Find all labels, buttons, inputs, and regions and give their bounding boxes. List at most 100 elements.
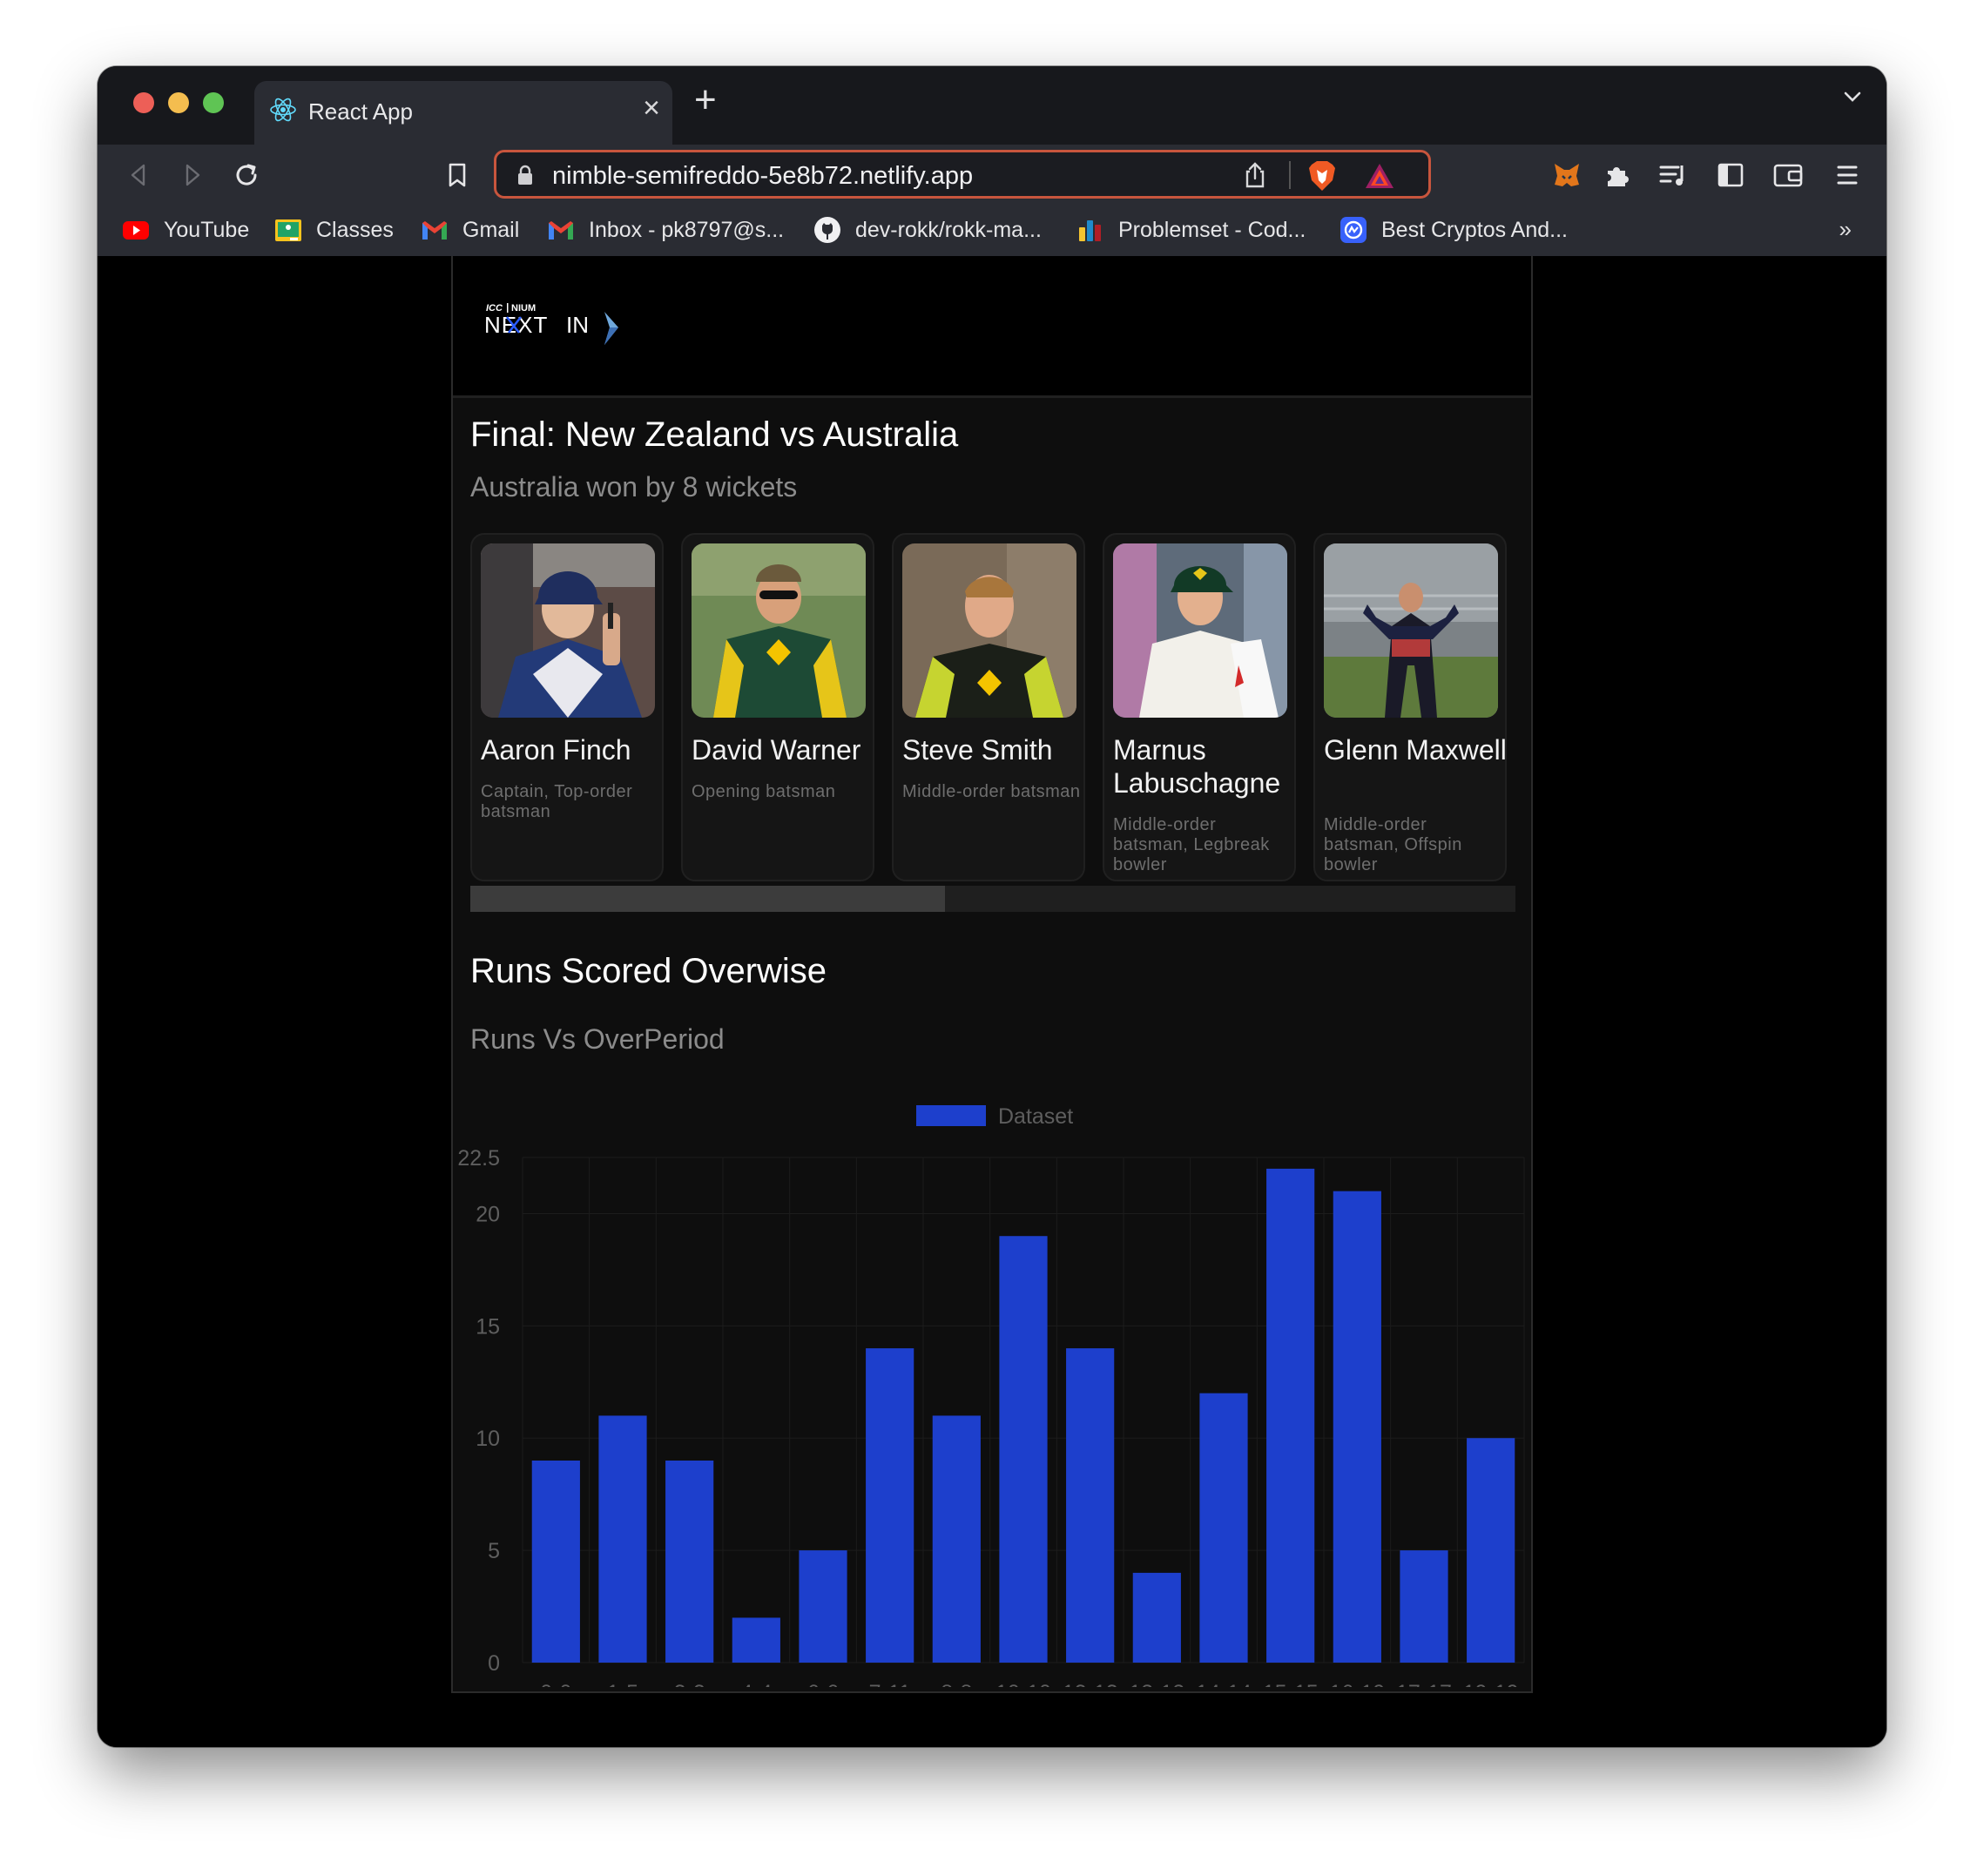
chevron-down-icon[interactable]	[1841, 85, 1864, 108]
x-tick-label: 10-10	[995, 1681, 1051, 1687]
player-card[interactable]: Aaron Finch Captain, Top-order batsman	[470, 533, 664, 881]
tab-title: React App	[308, 98, 413, 125]
bookmark-label: Problemset - Cod...	[1118, 218, 1306, 242]
player-role: Captain, Top-order batsman	[481, 782, 633, 821]
url-text[interactable]: nimble-semifreddo-5e8b72.netlify.app	[552, 162, 973, 191]
more-bookmarks-button[interactable]: »	[1839, 216, 1852, 243]
close-tab-icon[interactable]: ×	[643, 91, 660, 125]
x-tick-label: 17-17	[1396, 1681, 1452, 1687]
player-card[interactable]: David Warner Opening batsman	[681, 533, 874, 881]
x-tick-label: 7-11	[869, 1681, 911, 1687]
forward-icon[interactable]	[176, 159, 209, 192]
player-name: Steve Smith	[902, 734, 1053, 766]
new-tab-button[interactable]: +	[694, 78, 717, 122]
gmail-icon	[549, 221, 573, 240]
bookmark-label: dev-rokk/rokk-ma...	[855, 218, 1042, 242]
toolbar: nimble-semifreddo-5e8b72.netlify.app	[98, 145, 1886, 206]
player-card[interactable]: Marnus Labuschagne Middle-order batsman,…	[1103, 533, 1296, 881]
extensions-icon[interactable]	[1601, 159, 1634, 192]
maximize-window-button[interactable]	[203, 92, 224, 113]
gmail-icon	[422, 221, 447, 240]
tab-bar: React App × +	[98, 66, 1886, 145]
x-tick-label: 13-13	[1129, 1681, 1184, 1687]
player-name: David Warner	[692, 734, 861, 766]
address-bar[interactable]: nimble-semifreddo-5e8b72.netlify.app	[494, 150, 1431, 199]
carousel-scrollbar[interactable]	[470, 886, 1515, 912]
legend-swatch	[916, 1105, 986, 1126]
bar-10-10	[999, 1236, 1048, 1663]
playlist-icon[interactable]	[1657, 159, 1690, 192]
player-name: Aaron Finch	[481, 734, 631, 766]
youtube-icon	[123, 221, 149, 240]
share-icon[interactable]	[1242, 161, 1268, 189]
y-tick-label: 10	[476, 1427, 500, 1451]
bar-4-4	[732, 1617, 780, 1663]
lock-icon	[518, 165, 532, 185]
bar-13-13	[1132, 1572, 1181, 1663]
bar-16-19	[1333, 1191, 1381, 1663]
runs-section-title: Runs Scored Overwise	[470, 952, 827, 990]
x-tick-label: 4-4	[740, 1681, 772, 1687]
logo[interactable]: ICC NIUM NEXT IN	[483, 296, 631, 348]
player-name: Glenn Maxwell	[1324, 734, 1507, 766]
bookmark-icon[interactable]	[441, 159, 474, 192]
players-carousel[interactable]: Aaron Finch Captain, Top-order batsman D…	[470, 533, 1515, 881]
reload-icon[interactable]	[230, 159, 263, 192]
match-title: Final: New Zealand vs Australia	[470, 415, 959, 454]
bar-0-0	[531, 1461, 580, 1663]
y-tick-label: 20	[476, 1202, 500, 1226]
codeforces-icon	[1079, 220, 1101, 241]
bookmark-label: Inbox - pk8797@s...	[589, 218, 785, 242]
menu-icon[interactable]	[1831, 159, 1864, 192]
bar-6-6	[799, 1550, 847, 1663]
match-result: Australia won by 8 wickets	[470, 471, 798, 503]
sidebar-icon[interactable]	[1714, 159, 1747, 192]
player-name: Marnus Labuschagne	[1113, 734, 1281, 799]
scrollbar-thumb[interactable]	[470, 886, 945, 912]
y-tick-label: 22.5	[457, 1146, 500, 1171]
main-section: Final: New Zealand vs Australia Australi…	[453, 398, 1531, 1691]
player-role: Middle-order batsman	[902, 782, 1081, 801]
bookmark-label: Best Cryptos And...	[1381, 218, 1568, 242]
svg-text:NEXT: NEXT	[484, 312, 548, 338]
tab-react-app[interactable]: React App ×	[254, 81, 672, 145]
player-photo	[481, 543, 655, 718]
close-window-button[interactable]	[133, 92, 154, 113]
player-card[interactable]: Steve Smith Middle-order batsman	[892, 533, 1085, 881]
metamask-icon[interactable]	[1550, 159, 1583, 192]
y-tick-label: 0	[488, 1651, 500, 1676]
y-tick-label: 15	[476, 1314, 500, 1339]
x-tick-label: 0-0	[540, 1681, 571, 1687]
coinmarketcap-icon	[1340, 217, 1367, 243]
player-role: Middle-order batsman, Offspin bowler	[1324, 815, 1462, 874]
player-card[interactable]: Glenn Maxwell Middle-order batsman, Offs…	[1313, 533, 1507, 881]
rewards-icon[interactable]	[1364, 161, 1395, 191]
bar-1-5	[598, 1415, 647, 1663]
bar-12-12	[1066, 1348, 1115, 1663]
bar-19-19	[1467, 1438, 1515, 1663]
divider	[1289, 161, 1291, 189]
wallet-icon[interactable]	[1771, 159, 1805, 192]
classroom-icon	[275, 219, 301, 241]
browser-window: React App × + nimble-semifreddo-5e8b72.n…	[98, 66, 1886, 1747]
x-tick-label: 2-2	[674, 1681, 705, 1687]
app-container: ICC NIUM NEXT IN Final: New Zealand vs A…	[451, 256, 1533, 1693]
github-icon	[814, 217, 840, 243]
bookmarks-bar: YouTube Classes Gmail Inbox - pk8797@s..…	[98, 206, 1886, 257]
bar-7-11	[866, 1348, 914, 1663]
runs-bar-chart: 0 5 10 15 20 22.5 0-0 1-5 2-2 4-4 6-6 7-11 8-8 10-10 1…	[457, 1104, 1525, 1687]
player-role: Middle-order batsman, Legbreak bowler	[1113, 815, 1270, 874]
player-photo	[1324, 543, 1498, 718]
chart-heading: Runs Vs OverPeriod	[470, 1023, 725, 1055]
x-tick-label: 1-5	[607, 1681, 638, 1687]
back-icon[interactable]	[122, 159, 155, 192]
bar-2-2	[665, 1461, 714, 1663]
app-header: ICC NIUM NEXT IN	[453, 256, 1531, 398]
legend-label: Dataset	[998, 1104, 1073, 1129]
minimize-window-button[interactable]	[168, 92, 189, 113]
bar-15-15	[1266, 1168, 1315, 1663]
bookmark-label: Gmail	[462, 218, 520, 242]
player-photo	[1113, 543, 1287, 718]
brave-shields-icon[interactable]	[1306, 159, 1338, 192]
y-tick-label: 5	[488, 1539, 500, 1563]
